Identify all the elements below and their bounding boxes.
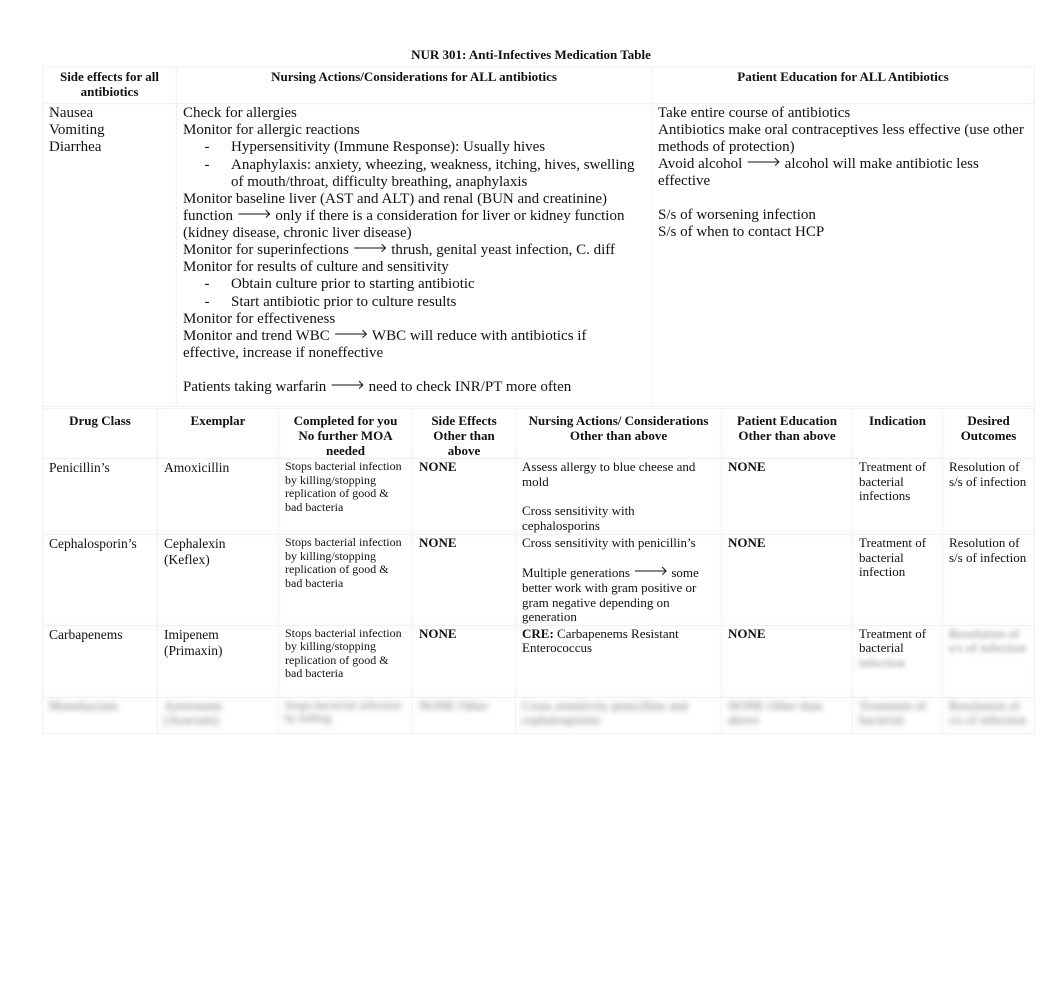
dash-bullet: - — [204, 157, 210, 173]
nursing-line: Patients taking warfarin 🡒 need to check… — [183, 378, 572, 395]
education-line: Take entire course of antibiotics — [658, 105, 851, 121]
patient-education-cell: Take entire course of antibiotics Antibi… — [651, 103, 1035, 407]
side-effects-cell: NONE Other — [412, 696, 516, 734]
moa-cell: Stops bacterial infection by killing/sto… — [278, 458, 413, 535]
nursing-line: Monitor and trend WBC 🡒 WBC will reduce … — [183, 327, 587, 361]
side-effects-cell: NONE — [412, 534, 516, 626]
moa-cell: Stops bacterial infection by killing/sto… — [278, 534, 413, 626]
nursing-line: Monitor for results of culture and sensi… — [183, 259, 449, 275]
table-row: Cephalosporin’s Cephalexin (Keflex) Stop… — [42, 534, 1035, 626]
exemplar-cell: Aztreonam (Azactam) — [157, 696, 279, 734]
education-line: S/s of worsening infection — [658, 207, 816, 223]
header-side-effects: Side effects for all antibiotics — [42, 66, 177, 104]
nursing-line: Monitor baseline liver (AST and ALT) and… — [183, 191, 625, 241]
arrow-right-icon: 🡒 — [746, 155, 781, 170]
header-patient-education: Patient Education for ALL Antibiotics — [651, 66, 1035, 104]
general-header-row: Side effects for all antibiotics Nursing… — [42, 66, 1035, 104]
arrow-right-icon: 🡒 — [333, 327, 369, 342]
education-line: Antibiotics make oral contraceptives les… — [658, 122, 1024, 155]
exemplar-cell: Cephalexin (Keflex) — [157, 534, 279, 626]
outcomes-cell: Resolution of s/s of infection — [942, 534, 1035, 626]
exemplar-cell: Amoxicillin — [157, 458, 279, 535]
table-row-obscured: Monobactam Aztreonam (Azactam) Stops bac… — [42, 696, 1035, 734]
drug-class-cell: Penicillin’s — [42, 458, 158, 535]
document-title: NUR 301: Anti-Infectives Medication Tabl… — [411, 47, 651, 62]
nursing-subitem: - Anaphylaxis: anxiety, wheezing, weakne… — [183, 157, 645, 191]
education-cell: NONE — [721, 624, 853, 698]
nursing-cell: CRE: Carbapenems Resistant Enterococcus — [515, 624, 722, 698]
side-effects-cell: NONE — [412, 458, 516, 535]
education-cell: NONE Other than above — [721, 696, 853, 734]
outcomes-cell: Resolution of s/s of infection — [942, 696, 1035, 734]
side-effect-item: Vomiting — [49, 122, 105, 138]
arrow-right-icon: 🡒 — [633, 563, 669, 579]
nursing-actions-cell: Check for allergies Monitor for allergic… — [176, 103, 652, 407]
table-row: Penicillin’s Amoxicillin Stops bacterial… — [42, 458, 1035, 535]
nursing-cell: Cross sensitivity penicillins and cephal… — [515, 696, 722, 734]
indication-cell: Treatment of bacterial — [852, 696, 943, 734]
education-line: Avoid alcohol 🡒 alcohol will make antibi… — [658, 155, 979, 189]
education-cell: NONE — [721, 458, 853, 535]
dash-bullet: - — [204, 276, 210, 292]
header-outcomes: Desired Outcomes — [942, 408, 1035, 459]
drug-class-table: Drug Class Exemplar Completed for you No… — [42, 408, 1035, 734]
general-body-row: Nausea Vomiting Diarrhea Check for aller… — [42, 103, 1035, 407]
cre-label: CRE: — [522, 625, 554, 641]
header-drug-class: Drug Class — [42, 408, 158, 459]
arrow-right-icon: 🡒 — [352, 241, 388, 256]
dash-bullet: - — [204, 139, 210, 155]
header-nursing: Nursing Actions/ Considerations Other th… — [515, 408, 722, 459]
nursing-subitem: - Hypersensitivity (Immune Response): Us… — [183, 139, 645, 156]
nursing-line: Check for allergies — [183, 105, 297, 121]
table-row: Carbapenems Imipenem (Primaxin) Stops ba… — [42, 624, 1035, 698]
exemplar-cell: Imipenem (Primaxin) — [157, 624, 279, 698]
drug-class-cell: Carbapenems — [42, 624, 158, 698]
dash-bullet: - — [204, 294, 210, 310]
header-exemplar: Exemplar — [157, 408, 279, 459]
education-line: S/s of when to contact HCP — [658, 224, 825, 240]
obscured-text: infection — [859, 654, 906, 670]
nursing-subitem: - Obtain culture prior to starting antib… — [183, 276, 645, 293]
nursing-line: Monitor for superinfections 🡒 thrush, ge… — [183, 241, 616, 258]
header-education: Patient Education Other than above — [721, 408, 853, 459]
indication-cell: Treatment of bacterial infections — [852, 458, 943, 535]
education-cell: NONE — [721, 534, 853, 626]
header-indication: Indication — [852, 408, 943, 459]
arrow-right-icon: 🡒 — [236, 207, 272, 222]
outcomes-cell: Resolution of s/s of infection — [942, 624, 1035, 698]
arrow-right-icon: 🡒 — [330, 378, 365, 393]
moa-cell: Stops bacterial infection by killing/sto… — [278, 624, 413, 698]
drug-header-row: Drug Class Exemplar Completed for you No… — [42, 408, 1035, 459]
header-side-effects: Side Effects Other than above — [412, 408, 516, 459]
nursing-cell: Cross sensitivity with penicillin’s Mult… — [515, 534, 722, 626]
header-nursing-actions: Nursing Actions/Considerations for ALL a… — [176, 66, 652, 104]
header-moa: Completed for you No further MOA needed — [278, 408, 413, 459]
drug-class-cell: Monobactam — [42, 696, 158, 734]
outcomes-cell: Resolution of s/s of infection — [942, 458, 1035, 535]
moa-cell: Stops bacterial infection by killing — [278, 696, 413, 734]
side-effect-item: Nausea — [49, 105, 94, 121]
nursing-line: Monitor for effectiveness — [183, 311, 336, 327]
indication-cell: Treatment of bacterial infection — [852, 624, 943, 698]
side-effects-cell: NONE — [412, 624, 516, 698]
indication-cell: Treatment of bacterial infection — [852, 534, 943, 626]
side-effect-item: Diarrhea — [49, 139, 102, 155]
nursing-cell: Assess allergy to blue cheese and mold C… — [515, 458, 722, 535]
side-effects-cell: Nausea Vomiting Diarrhea — [42, 103, 177, 407]
nursing-subitem: - Start antibiotic prior to culture resu… — [183, 294, 645, 311]
general-antibiotics-table: Side effects for all antibiotics Nursing… — [42, 66, 1035, 407]
nursing-line: Monitor for allergic reactions — [183, 122, 360, 138]
drug-class-cell: Cephalosporin’s — [42, 534, 158, 626]
